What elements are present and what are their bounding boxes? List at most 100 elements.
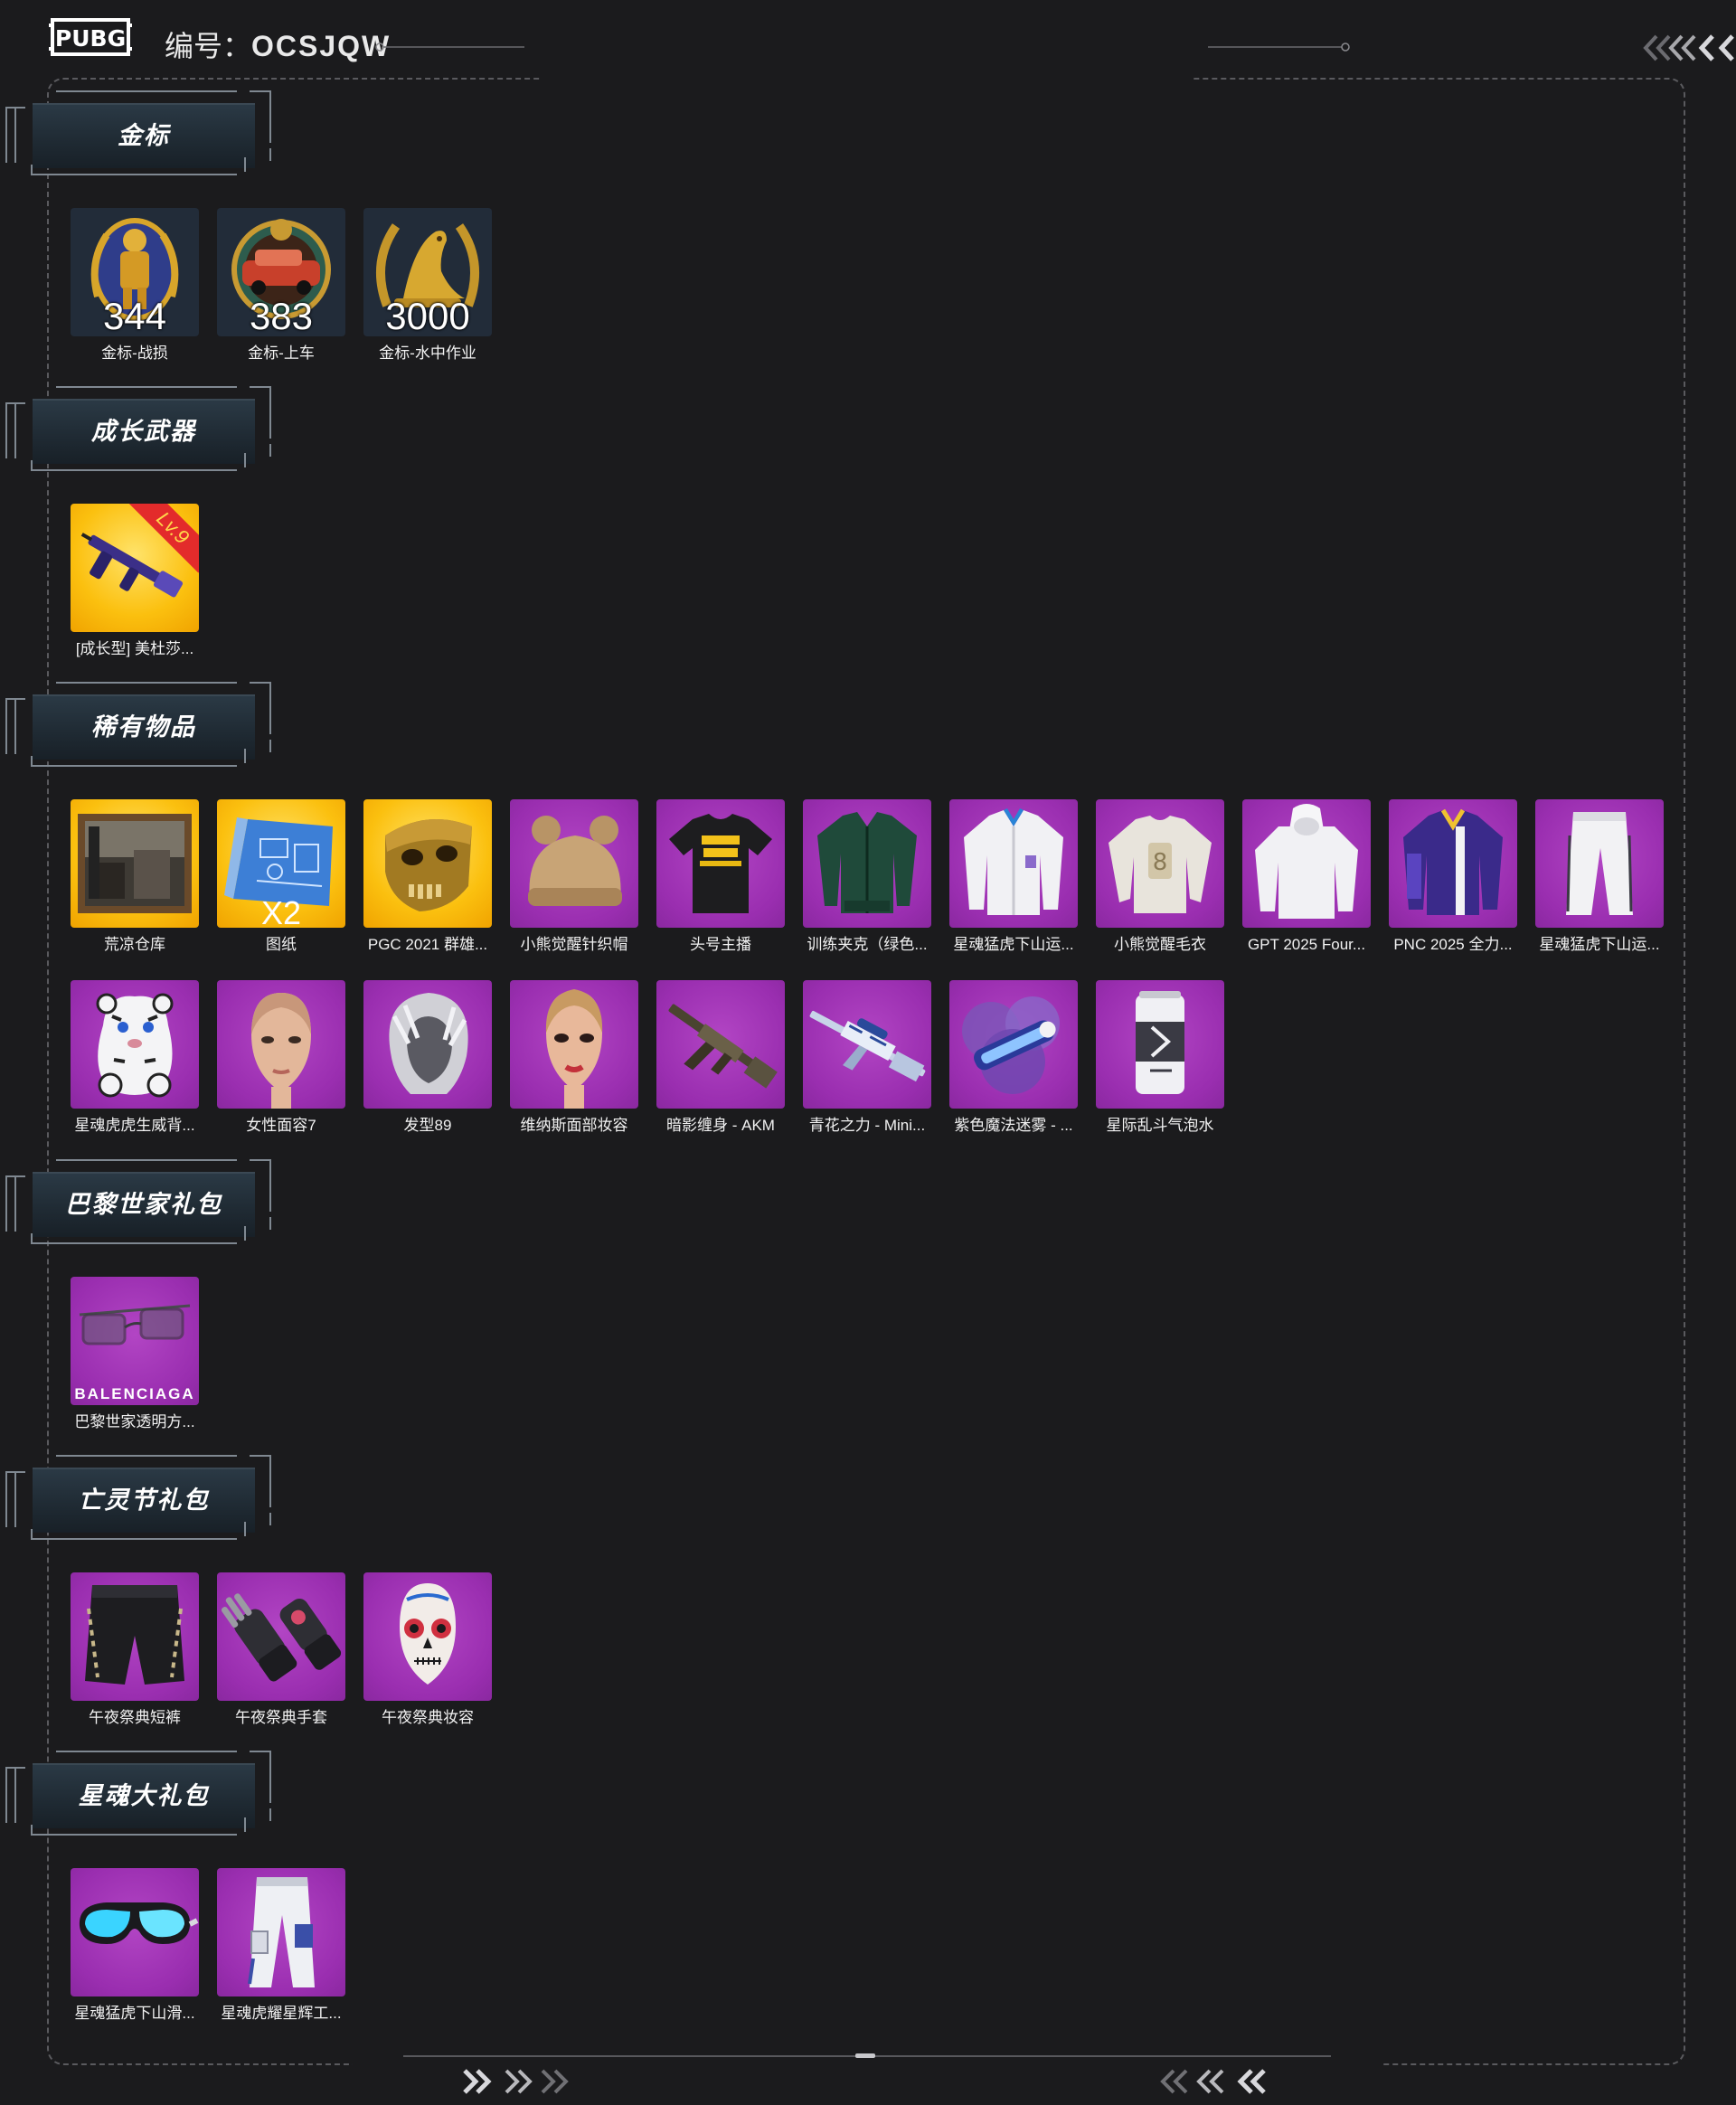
inventory-item[interactable]: 女性面容7 xyxy=(217,980,345,1136)
footer-line-decoration xyxy=(403,2053,1331,2058)
title-top-line xyxy=(56,682,237,693)
item-tile[interactable] xyxy=(217,1868,345,1996)
inventory-item[interactable]: 星魂猛虎下山运... xyxy=(949,799,1078,955)
section-title-text: 星魂大礼包 xyxy=(78,1782,210,1809)
item-tile[interactable] xyxy=(510,799,638,928)
inventory-item[interactable]: 星魂虎虎生威背... xyxy=(71,980,199,1136)
inventory-item[interactable]: 发型89 xyxy=(363,980,492,1136)
inventory-item[interactable]: PNC 2025 全力... xyxy=(1389,799,1517,955)
item-label: GPT 2025 Four... xyxy=(1247,936,1366,953)
item-tile[interactable]: BALENCIAGA xyxy=(71,1277,199,1405)
item-tile[interactable] xyxy=(71,1868,199,1996)
item-tile[interactable] xyxy=(949,980,1078,1109)
gloves-icon xyxy=(221,1593,342,1682)
skull-makeup-icon xyxy=(400,1583,456,1685)
makeup-face-icon xyxy=(545,989,603,1109)
item-tile[interactable] xyxy=(510,980,638,1109)
inventory-item[interactable]: 维纳斯面部妆容 xyxy=(510,980,638,1136)
item-tile[interactable] xyxy=(1242,799,1371,928)
item-tile[interactable] xyxy=(656,980,785,1109)
inventory-item[interactable]: 暗影缠身 - AKM xyxy=(656,980,785,1136)
item-label: 星际乱斗气泡水 xyxy=(1106,1117,1214,1134)
inventory-item[interactable]: BALENCIAGA 巴黎世家透明方... xyxy=(71,1277,199,1432)
item-label: 头号主播 xyxy=(690,936,751,953)
item-label: 训练夹克（绿色... xyxy=(807,936,928,953)
title-right-tick xyxy=(264,1513,271,1525)
item-label: 星魂虎耀星辉工... xyxy=(221,2005,342,2022)
title-bracket-line xyxy=(14,402,22,458)
bear-hat-icon xyxy=(528,816,622,906)
inventory-item[interactable]: 午夜祭典短裤 xyxy=(71,1572,199,1728)
inventory-item[interactable]: PGC 2021 群雄... xyxy=(363,799,492,955)
item-label: 午夜祭典手套 xyxy=(235,1709,327,1726)
item-quantity: X2 xyxy=(260,894,302,929)
item-label: 午夜祭典短裤 xyxy=(89,1709,181,1726)
account-id: 编号：OCSJQW xyxy=(165,30,392,62)
item-count: 344 xyxy=(102,295,167,336)
inventory-item[interactable]: 午夜祭典手套 xyxy=(217,1572,345,1728)
inventory-item[interactable]: 383 金标-上车 xyxy=(217,208,345,363)
sniper-rifle-icon xyxy=(809,1010,926,1082)
header-line-left-decoration xyxy=(375,42,524,52)
item-tile[interactable] xyxy=(217,1572,345,1701)
item-tile[interactable]: Lv.9 xyxy=(71,504,199,632)
inventory-item[interactable]: 午夜祭典妆容 xyxy=(363,1572,492,1728)
frame-gap-top xyxy=(542,72,1194,83)
inventory-item[interactable]: 小熊觉醒针织帽 xyxy=(510,799,638,955)
item-label: 金标-水中作业 xyxy=(379,345,476,362)
item-tile[interactable]: 8 xyxy=(1096,799,1224,928)
inventory-item[interactable]: 星魂猛虎下山运... xyxy=(1535,799,1664,955)
item-tile[interactable] xyxy=(1535,799,1664,928)
inventory-item[interactable]: GPT 2025 Four... xyxy=(1242,799,1371,955)
item-tile[interactable] xyxy=(363,980,492,1109)
item-label: PNC 2025 全力... xyxy=(1393,936,1513,953)
item-tile[interactable] xyxy=(656,799,785,928)
inventory-item[interactable]: Lv.9 [成长型] 美杜莎... xyxy=(71,504,199,659)
inventory-item[interactable]: 星魂猛虎下山滑... xyxy=(71,1868,199,2024)
item-tile[interactable] xyxy=(363,799,492,928)
inventory-item[interactable]: 训练夹克（绿色... xyxy=(803,799,931,955)
section-title: 星魂大礼包 xyxy=(5,1751,271,1841)
cargo-pants-icon xyxy=(248,1877,315,1987)
item-label: 金标-上车 xyxy=(248,345,315,362)
item-tile[interactable] xyxy=(1096,980,1224,1109)
inventory-item[interactable]: X2 图纸 xyxy=(217,799,345,955)
item-tile[interactable] xyxy=(803,980,931,1109)
item-tile[interactable] xyxy=(1389,799,1517,928)
item-tile[interactable] xyxy=(217,980,345,1109)
title-top-line xyxy=(56,386,237,397)
title-top-line xyxy=(56,1455,237,1466)
ski-goggles-icon xyxy=(79,1902,199,1944)
item-label: 暗影缠身 - AKM xyxy=(666,1117,775,1134)
tiger-backpack-icon xyxy=(96,993,174,1098)
item-tile[interactable]: 344 xyxy=(71,208,199,336)
title-bracket-line xyxy=(14,698,22,754)
title-bracket-line xyxy=(14,1175,22,1232)
item-label: 维纳斯面部妆容 xyxy=(520,1117,628,1134)
section-title: 成长武器 xyxy=(5,386,271,477)
inventory-item[interactable]: 3000 金标-水中作业 xyxy=(363,208,492,363)
inventory-item[interactable]: 头号主播 xyxy=(656,799,785,955)
inventory-item[interactable]: 星际乱斗气泡水 xyxy=(1096,980,1224,1136)
inventory-item[interactable]: 344 金标-战损 xyxy=(71,208,199,363)
item-count: 3000 xyxy=(385,295,470,336)
item-tile[interactable] xyxy=(71,799,199,928)
inventory-item[interactable]: 紫色魔法迷雾 - ... xyxy=(949,980,1078,1136)
inventory-item[interactable]: 8 小熊觉醒毛衣 xyxy=(1096,799,1224,955)
item-tile[interactable]: X2 xyxy=(217,799,345,928)
item-tile[interactable] xyxy=(363,1572,492,1701)
inventory-item[interactable]: 青花之力 - Mini... xyxy=(803,980,931,1136)
item-tile[interactable] xyxy=(803,799,931,928)
title-bracket-line xyxy=(14,1471,22,1527)
item-tile[interactable] xyxy=(71,1572,199,1701)
item-tile[interactable]: 3000 xyxy=(363,208,492,336)
inventory-item[interactable]: 荒凉仓库 xyxy=(71,799,199,955)
item-label: PGC 2021 群雄... xyxy=(367,936,488,953)
item-tile[interactable] xyxy=(71,980,199,1109)
inventory-item[interactable]: 星魂虎耀星辉工... xyxy=(217,1868,345,2024)
item-tile[interactable]: 383 xyxy=(217,208,345,336)
female-face-icon xyxy=(251,993,311,1109)
section-title: 稀有物品 xyxy=(5,682,271,772)
item-tile[interactable] xyxy=(949,799,1078,928)
title-top-line xyxy=(56,1751,237,1761)
